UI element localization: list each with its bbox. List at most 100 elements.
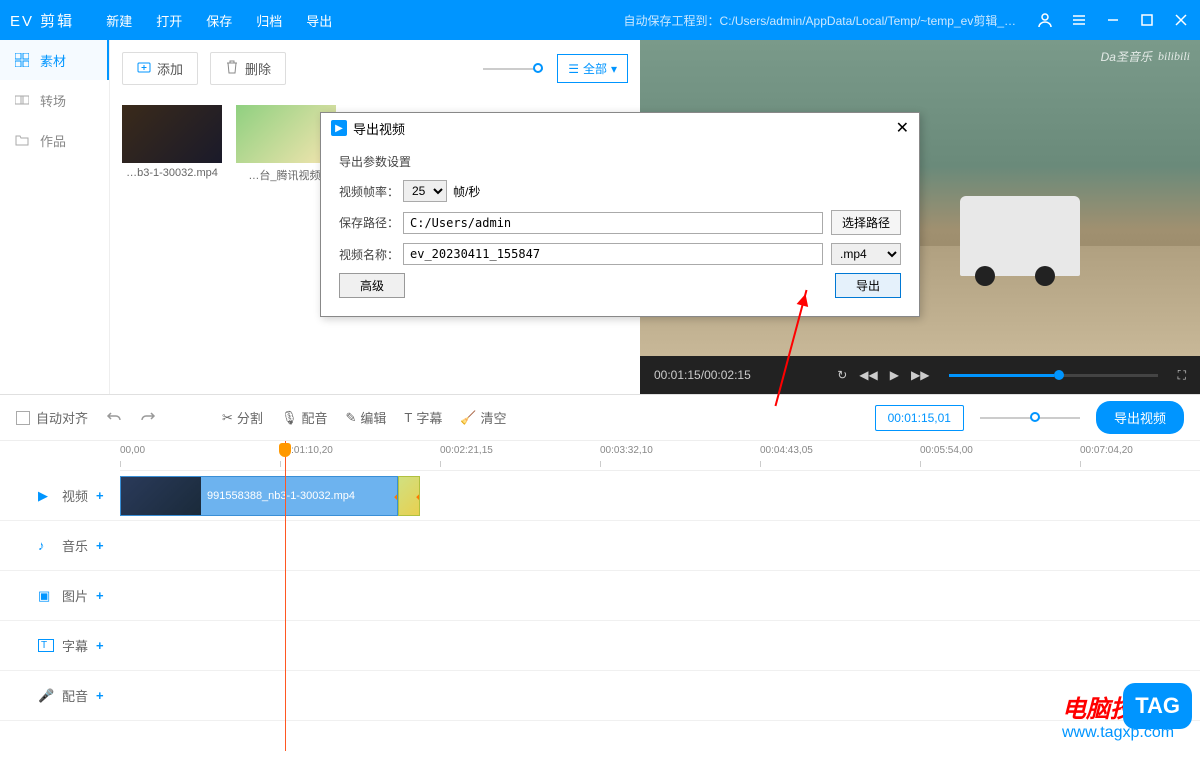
- maximize-button[interactable]: [1138, 11, 1156, 29]
- split-button[interactable]: ✂ 分割: [222, 408, 263, 427]
- add-track-icon[interactable]: +: [96, 638, 104, 653]
- fps-select[interactable]: 25: [403, 180, 447, 202]
- fps-label: 视频帧率：: [339, 183, 403, 200]
- play-icon: ▶: [331, 120, 347, 136]
- auto-align-checkbox[interactable]: 自动对齐: [16, 408, 88, 427]
- browse-button[interactable]: 选择路径: [831, 210, 901, 235]
- loop-icon[interactable]: ↻: [837, 368, 847, 382]
- delete-button[interactable]: 删除: [210, 52, 286, 85]
- export-confirm-button[interactable]: 导出: [835, 273, 901, 298]
- media-toolbar: 添加 删除 ☰ 全部 ▾: [122, 52, 628, 85]
- subtitle-button[interactable]: T 字幕: [404, 408, 442, 427]
- fullscreen-icon[interactable]: ⛶: [1178, 368, 1186, 383]
- fps-unit: 帧/秒: [453, 183, 480, 200]
- add-track-icon[interactable]: +: [96, 688, 104, 703]
- image-icon: ▣: [38, 588, 54, 604]
- dialog-body: 导出参数设置 视频帧率： 25 帧/秒 保存路径： 选择路径 视频名称： .mp…: [321, 143, 919, 316]
- sidebar-label: 作品: [40, 131, 66, 150]
- transition-icon: [14, 92, 30, 108]
- text-icon: T: [38, 639, 54, 652]
- add-icon: [137, 60, 151, 77]
- video-clip[interactable]: [398, 476, 420, 516]
- track-voiceover: 🎤配音+: [0, 671, 1200, 721]
- dialog-titlebar[interactable]: ▶ 导出视频 ✕: [321, 113, 919, 143]
- sidebar-item-media[interactable]: 素材: [0, 40, 109, 80]
- track-music: ♪音乐+: [0, 521, 1200, 571]
- thumbnail-image: [122, 105, 222, 163]
- preview-controls: 00:01:15/00:02:15 ↻ ◀◀ ▶ ▶▶ ⛶: [640, 356, 1200, 394]
- clip-thumbnail: [121, 477, 201, 515]
- minimize-button[interactable]: [1104, 11, 1122, 29]
- menu-new[interactable]: 新建: [106, 11, 132, 30]
- track-image: ▣图片+: [0, 571, 1200, 621]
- video-icon: ▶: [38, 488, 54, 504]
- folder-icon: [14, 132, 30, 148]
- timeline-toolbar: 自动对齐 ✂ 分割 🎙 配音 ✎ 编辑 T 字幕 🧹 清空 00:01:15,0…: [0, 395, 1200, 441]
- menu-open[interactable]: 打开: [156, 11, 182, 30]
- add-track-icon[interactable]: +: [96, 488, 104, 503]
- broom-icon: 🧹: [460, 410, 476, 426]
- thumb-size-slider[interactable]: [483, 68, 543, 70]
- list-icon: ☰: [568, 62, 579, 76]
- menu-export[interactable]: 导出: [306, 11, 332, 30]
- menu-save[interactable]: 保存: [206, 11, 232, 30]
- media-filename: …b3-1-30032.mp4: [122, 167, 222, 179]
- timecode-display: 00:01:15,01: [875, 405, 964, 431]
- video-watermark: Da圣音乐 bilibili: [1101, 48, 1190, 65]
- dialog-title-text: 导出视频: [353, 119, 405, 138]
- add-track-icon[interactable]: +: [96, 538, 104, 553]
- site-watermark: 电脑技术网 www.tagxp.com TAG: [1062, 689, 1182, 742]
- app-logo: EV 剪辑: [10, 10, 74, 31]
- redo-button[interactable]: [140, 410, 156, 426]
- text-icon: T: [404, 410, 412, 425]
- ext-select[interactable]: .mp4: [831, 243, 901, 265]
- zoom-slider[interactable]: [980, 417, 1080, 419]
- sidebar-item-works[interactable]: 作品: [0, 120, 109, 160]
- grid-icon: [14, 52, 30, 68]
- sidebar-label: 转场: [40, 91, 66, 110]
- progress-bar[interactable]: [949, 374, 1157, 377]
- section-label: 导出参数设置: [339, 153, 901, 170]
- sidebar: 素材 转场 作品: [0, 40, 110, 394]
- menu-archive[interactable]: 归档: [256, 11, 282, 30]
- mic-icon: 🎙: [281, 410, 298, 426]
- pencil-icon: ✎: [345, 410, 356, 426]
- clip-handle-right[interactable]: [416, 492, 420, 503]
- close-button[interactable]: [1172, 11, 1190, 29]
- scissors-icon: ✂: [222, 410, 233, 426]
- next-icon[interactable]: ▶▶: [911, 368, 929, 382]
- voiceover-button[interactable]: 🎙 配音: [281, 408, 328, 427]
- track-label: ▶ 视频 +: [0, 486, 120, 505]
- export-video-button[interactable]: 导出视频: [1096, 401, 1184, 434]
- edit-button[interactable]: ✎ 编辑: [345, 408, 386, 427]
- undo-button[interactable]: [106, 410, 122, 426]
- track-subtitle: T字幕+: [0, 621, 1200, 671]
- user-icon[interactable]: [1036, 11, 1054, 29]
- trash-icon: [225, 60, 239, 77]
- clip-name: 991558388_nb3-1-30032.mp4: [201, 490, 355, 502]
- path-label: 保存路径：: [339, 214, 403, 231]
- chevron-down-icon: ▾: [611, 62, 617, 76]
- sidebar-item-transition[interactable]: 转场: [0, 80, 109, 120]
- filter-dropdown[interactable]: ☰ 全部 ▾: [557, 54, 628, 83]
- video-clip[interactable]: 991558388_nb3-1-30032.mp4: [120, 476, 398, 516]
- name-input[interactable]: [403, 243, 823, 265]
- timeline: 00,00 00:01:10,20 00:02:21,15 00:03:32,1…: [0, 441, 1200, 751]
- time-display: 00:01:15/00:02:15: [654, 368, 751, 382]
- play-icon[interactable]: ▶: [890, 368, 899, 382]
- advanced-button[interactable]: 高级: [339, 273, 405, 298]
- add-button[interactable]: 添加: [122, 52, 198, 85]
- path-input[interactable]: [403, 212, 823, 234]
- sidebar-label: 素材: [40, 51, 66, 70]
- titlebar: EV 剪辑 新建 打开 保存 归档 导出 自动保存工程到：C:/Users/ad…: [0, 0, 1200, 40]
- prev-icon[interactable]: ◀◀: [859, 368, 877, 382]
- clear-button[interactable]: 🧹 清空: [460, 408, 506, 427]
- media-item[interactable]: …b3-1-30032.mp4: [122, 105, 222, 183]
- mic-icon: 🎤: [38, 688, 54, 704]
- menu-icon[interactable]: [1070, 11, 1088, 29]
- close-icon[interactable]: ✕: [896, 118, 909, 138]
- track-video: ▶ 视频 + 991558388_nb3-1-30032.mp4: [0, 471, 1200, 521]
- name-label: 视频名称：: [339, 246, 403, 263]
- add-track-icon[interactable]: +: [96, 588, 104, 603]
- playhead[interactable]: [285, 441, 286, 751]
